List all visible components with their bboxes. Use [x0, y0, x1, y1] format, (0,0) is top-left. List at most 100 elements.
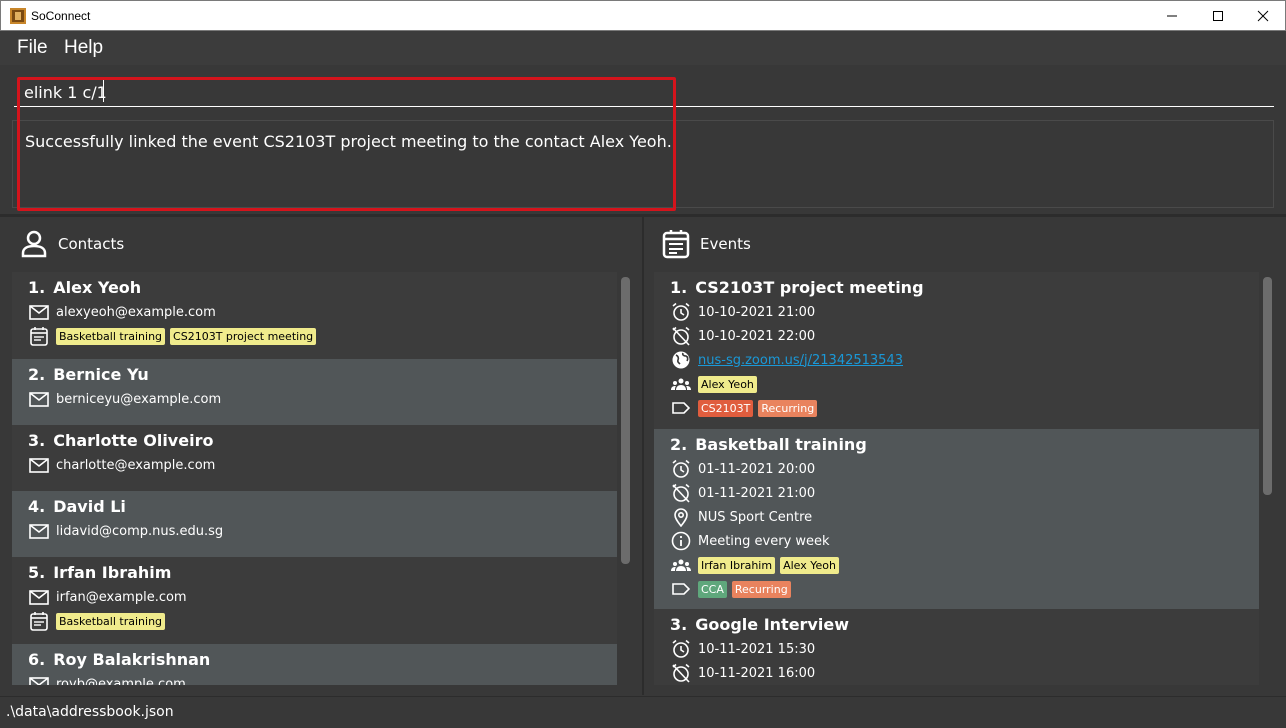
group-icon: [670, 374, 692, 394]
contact-index: 2.: [28, 365, 46, 384]
events-header: Events: [662, 229, 751, 259]
event-end: 01-11-2021 21:00: [698, 485, 816, 501]
event-name-row: 1. CS2103T project meeting: [670, 278, 1259, 300]
event-card[interactable]: 3. Google Interview 10-11-2021 15:30 10-1…: [654, 609, 1259, 685]
contact-email: lidavid@comp.nus.edu.sg: [56, 523, 224, 539]
event-zoom-row: nus-sg.zoom.us/j/21342513543: [670, 348, 1259, 372]
tag-icon: [670, 579, 692, 599]
mail-icon: [28, 587, 50, 607]
location-icon: [670, 507, 692, 527]
maximize-button[interactable]: [1195, 1, 1241, 31]
command-area: [0, 65, 1286, 117]
event-start: 10-10-2021 21:00: [698, 304, 816, 320]
alarm-off-icon: [670, 483, 692, 503]
event-tag: CCA: [698, 580, 727, 598]
alarm-off-icon: [670, 663, 692, 683]
event-index: 2.: [670, 435, 688, 454]
event-card[interactable]: 2. Basketball training 01-11-2021 20:00 0…: [654, 429, 1259, 609]
close-button[interactable]: [1240, 1, 1286, 31]
contact-email-row: lidavid@comp.nus.edu.sg: [28, 519, 617, 543]
contact-card[interactable]: 5. Irfan Ibrahim irfan@example.com Basket…: [12, 557, 617, 644]
contact-list[interactable]: 1. Alex Yeoh alexyeoh@example.com Basketb…: [12, 272, 617, 685]
group-icon: [670, 555, 692, 575]
event-contacts-row: Irfan Ibrahim Alex Yeoh: [670, 553, 1259, 577]
event-zoom-link[interactable]: nus-sg.zoom.us/j/21342513543: [698, 353, 903, 368]
contact-index: 1.: [28, 278, 46, 297]
event-end: 10-10-2021 22:00: [698, 328, 816, 344]
menu-help[interactable]: Help: [64, 37, 103, 59]
event-tags-row: CCA Recurring: [670, 577, 1259, 601]
contact-name: Irfan Ibrahim: [53, 563, 172, 582]
contact-email: irfan@example.com: [56, 589, 187, 605]
events-scrollbar[interactable]: [1263, 277, 1272, 495]
contact-card[interactable]: 3. Charlotte Oliveiro charlotte@example.c…: [12, 425, 617, 491]
mail-icon: [28, 389, 50, 409]
contact-events-row: Basketball training: [28, 609, 617, 633]
events-scroll-thumb[interactable]: [1263, 277, 1272, 495]
contact-card[interactable]: 1. Alex Yeoh alexyeoh@example.com Basketb…: [12, 272, 617, 359]
info-icon: [670, 531, 692, 551]
contact-name-row: 3. Charlotte Oliveiro: [28, 431, 617, 453]
result-display: Successfully linked the event CS2103T pr…: [12, 120, 1274, 208]
event-start: 01-11-2021 20:00: [698, 461, 816, 477]
contact-email-row: berniceyu@example.com: [28, 387, 617, 411]
events-panel: Events 1. CS2103T project meeting 10-10-2…: [644, 217, 1286, 695]
close-icon: [1257, 10, 1269, 22]
calendar-icon: [28, 326, 50, 346]
mail-icon: [28, 674, 50, 685]
event-tag: Recurring: [758, 399, 818, 417]
event-tag: Basketball training: [56, 327, 166, 345]
contact-email-row: irfan@example.com: [28, 585, 617, 609]
contact-name-row: 5. Irfan Ibrahim: [28, 563, 617, 585]
contact-tag: Alex Yeoh: [780, 556, 839, 574]
contact-card[interactable]: 6. Roy Balakrishnan royb@example.com: [12, 644, 617, 685]
event-list[interactable]: 1. CS2103T project meeting 10-10-2021 21:…: [654, 272, 1259, 685]
contacts-title: Contacts: [58, 235, 125, 253]
contact-name-row: 4. David Li: [28, 497, 617, 519]
alarm-icon: [670, 459, 692, 479]
contact-email-row: royb@example.com: [28, 672, 617, 685]
contact-email: berniceyu@example.com: [56, 391, 222, 407]
globe-icon: [670, 350, 692, 370]
event-index: 1.: [670, 278, 688, 297]
menu-bar: File Help: [0, 31, 1286, 65]
events-title: Events: [700, 235, 751, 253]
contact-name: Charlotte Oliveiro: [53, 431, 214, 450]
event-start-row: 10-11-2021 15:30: [670, 637, 1259, 661]
event-name: CS2103T project meeting: [695, 278, 924, 297]
minimize-icon: [1167, 15, 1177, 17]
menu-file[interactable]: File: [17, 37, 48, 59]
event-start-row: 01-11-2021 20:00: [670, 457, 1259, 481]
event-name-row: 2. Basketball training: [670, 435, 1259, 457]
alarm-icon: [670, 639, 692, 659]
calendar-icon: [662, 230, 690, 259]
contact-card[interactable]: 4. David Li lidavid@comp.nus.edu.sg: [12, 491, 617, 557]
contact-email: alexyeoh@example.com: [56, 304, 216, 320]
status-bar: .\data\addressbook.json: [0, 696, 1286, 728]
contact-name: Alex Yeoh: [53, 278, 142, 297]
event-name: Basketball training: [695, 435, 867, 454]
event-index: 3.: [670, 615, 688, 634]
event-tags-row: CS2103T Recurring: [670, 396, 1259, 420]
contact-email-row: alexyeoh@example.com: [28, 300, 617, 324]
command-input[interactable]: [14, 77, 1274, 107]
event-end-row: 10-10-2021 22:00: [670, 324, 1259, 348]
event-tag: CS2103T project meeting: [170, 327, 317, 345]
save-location: .\data\addressbook.json: [6, 704, 174, 720]
maximize-icon: [1213, 11, 1223, 21]
event-tag: CS2103T: [698, 399, 754, 417]
text-caret: [103, 80, 104, 102]
contact-email: charlotte@example.com: [56, 457, 216, 473]
contact-index: 3.: [28, 431, 46, 450]
contact-card[interactable]: 2. Bernice Yu berniceyu@example.com: [12, 359, 617, 425]
contact-tag: Alex Yeoh: [698, 375, 757, 393]
minimize-button[interactable]: [1149, 1, 1195, 31]
contact-name: David Li: [53, 497, 126, 516]
event-card[interactable]: 1. CS2103T project meeting 10-10-2021 21:…: [654, 272, 1259, 429]
alarm-off-icon: [670, 326, 692, 346]
contacts-scroll-thumb[interactable]: [621, 277, 630, 564]
person-icon: [21, 230, 47, 258]
contact-name-row: 1. Alex Yeoh: [28, 278, 617, 300]
contacts-scrollbar[interactable]: [621, 277, 630, 564]
event-address: NUS Sport Centre: [698, 509, 813, 525]
